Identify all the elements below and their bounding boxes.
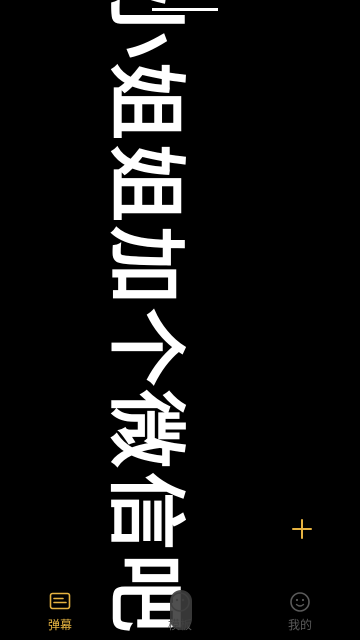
danmaku-text: 小姐姐加个微信吧: [100, 0, 190, 637]
tab-barrage-label: 弹幕: [47, 618, 72, 632]
danmaku-marquee[interactable]: 小姐姐加个微信吧: [65, 0, 225, 636]
tab-barrage[interactable]: 弹幕: [20, 584, 100, 633]
smiley-icon: [288, 590, 312, 614]
tab-mine-label: 我的: [287, 618, 312, 632]
tab-mine[interactable]: 我的: [260, 584, 340, 633]
plus-icon-vertical: [301, 519, 303, 539]
add-button[interactable]: [288, 515, 316, 543]
drag-handle[interactable]: [170, 590, 192, 630]
app-screen: 小姐姐加个微信吧 弹幕 模板: [0, 0, 360, 640]
barrage-icon: [48, 590, 72, 614]
